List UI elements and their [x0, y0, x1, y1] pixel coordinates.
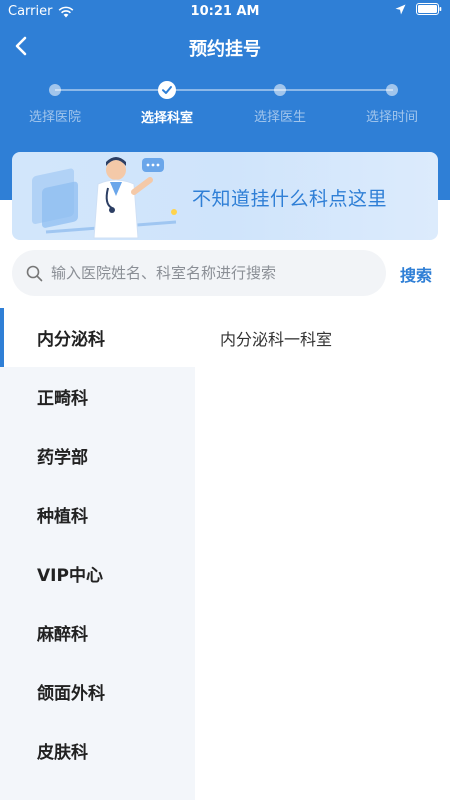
- step-dot: [274, 84, 286, 96]
- step-select-time[interactable]: 选择时间: [342, 80, 442, 125]
- battery-icon: [416, 3, 442, 15]
- banner-text-tail: 这里: [348, 188, 388, 210]
- search-icon: [26, 265, 43, 281]
- step-label: 选择科室: [140, 111, 193, 126]
- nav-bar: 预约挂号: [0, 28, 450, 64]
- department-item-dermatology[interactable]: 皮肤科: [0, 721, 195, 780]
- step-dot: [386, 84, 398, 96]
- sub-department-list: 内分泌科一科室: [195, 308, 450, 800]
- step-label: 选择时间: [365, 110, 418, 125]
- department-item-endocrinology[interactable]: 内分泌科: [0, 308, 195, 367]
- banner-text: 不知道挂什么科点这里: [192, 184, 387, 211]
- department-guide-banner[interactable]: 不知道挂什么科点这里: [12, 152, 438, 240]
- department-item-maxillofacial[interactable]: 颌面外科: [0, 662, 195, 721]
- department-item-pharmacy[interactable]: 药学部: [0, 426, 195, 485]
- step-dot: [49, 84, 61, 96]
- step-select-department[interactable]: 选择科室: [117, 80, 217, 126]
- department-item-vip[interactable]: VIP中心: [0, 544, 195, 603]
- department-sidebar: 内分泌科 正畸科 药学部 种植科 VIP中心 麻醉科 颌面外科 皮肤科: [0, 308, 195, 800]
- check-icon: [158, 81, 176, 99]
- search-bar: [12, 250, 386, 296]
- doctor-illustration: [32, 157, 177, 239]
- banner-text-highlight: 点: [328, 188, 349, 210]
- banner-text-main: 不知道挂什么科: [192, 188, 329, 210]
- search-input[interactable]: [51, 264, 371, 282]
- step-select-hospital[interactable]: 选择医院: [5, 80, 105, 125]
- progress-stepper: 选择医院 选择科室 选择医生 选择时间: [0, 80, 450, 130]
- location-arrow-icon: [395, 4, 406, 14]
- status-bar: Carrier 10:21 AM: [0, 0, 450, 24]
- step-label: 选择医院: [28, 110, 81, 125]
- department-item-anesthesia[interactable]: 麻醉科: [0, 603, 195, 662]
- clock: 10:21 AM: [190, 4, 260, 19]
- department-item-implant[interactable]: 种植科: [0, 485, 195, 544]
- sub-department-item[interactable]: 内分泌科一科室: [195, 308, 450, 367]
- step-select-doctor[interactable]: 选择医生: [230, 80, 330, 125]
- page-title: 预约挂号: [189, 39, 261, 60]
- status-right: [395, 3, 442, 15]
- step-label: 选择医生: [253, 110, 306, 125]
- search-button[interactable]: 搜索: [400, 262, 432, 286]
- department-item-orthodontics[interactable]: 正畸科: [0, 367, 195, 426]
